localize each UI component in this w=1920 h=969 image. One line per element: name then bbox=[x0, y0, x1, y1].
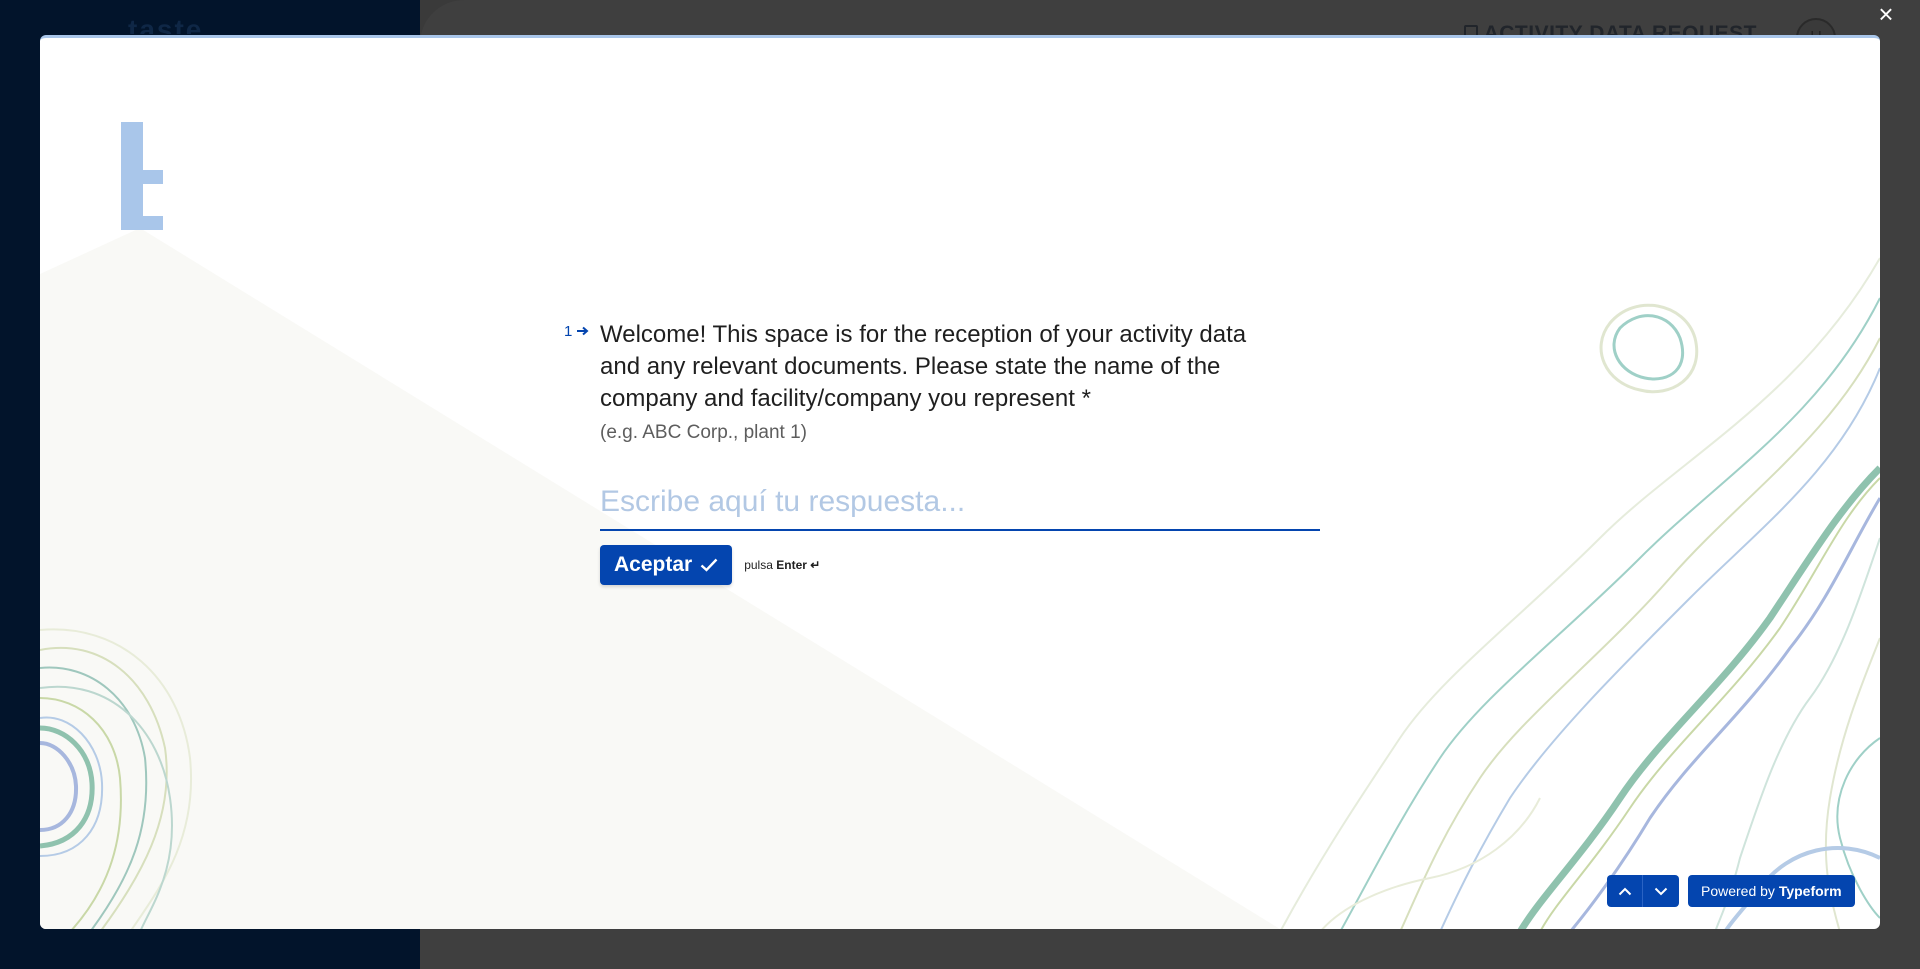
powered-by-typeform-link[interactable]: Powered by Typeform bbox=[1688, 875, 1855, 907]
question-number: 1 bbox=[564, 323, 589, 340]
arrow-right-icon bbox=[576, 326, 589, 336]
question-text: Welcome! This space is for the reception… bbox=[600, 321, 1247, 412]
accept-button-label: Aceptar bbox=[614, 553, 693, 576]
question-number-value: 1 bbox=[564, 323, 573, 340]
enter-hint-key: Enter ↵ bbox=[776, 558, 821, 572]
chevron-up-icon bbox=[1618, 887, 1631, 895]
typeform-modal: 1 Welcome! This space is for the recepti… bbox=[40, 35, 1880, 929]
question-navigation bbox=[1607, 875, 1679, 907]
brand-logo bbox=[121, 122, 163, 230]
powered-by-prefix: Powered by bbox=[1701, 883, 1775, 899]
background-logo: taste bbox=[128, 14, 204, 34]
previous-question-button[interactable] bbox=[1607, 875, 1643, 907]
question-description: (e.g. ABC Corp., plant 1) bbox=[600, 422, 807, 443]
checkmark-icon bbox=[700, 558, 718, 572]
accept-button[interactable]: Aceptar bbox=[600, 545, 733, 585]
close-icon[interactable]: × bbox=[1870, 0, 1902, 28]
next-question-button[interactable] bbox=[1643, 875, 1679, 907]
enter-hint-prefix: pulsa bbox=[744, 558, 773, 572]
enter-hint: pulsa Enter ↵ bbox=[744, 558, 820, 572]
answer-input[interactable] bbox=[600, 483, 1320, 531]
chevron-down-icon bbox=[1654, 887, 1668, 895]
powered-by-brand: Typeform bbox=[1778, 883, 1842, 899]
actions-row: Aceptar pulsa Enter ↵ bbox=[600, 545, 820, 585]
